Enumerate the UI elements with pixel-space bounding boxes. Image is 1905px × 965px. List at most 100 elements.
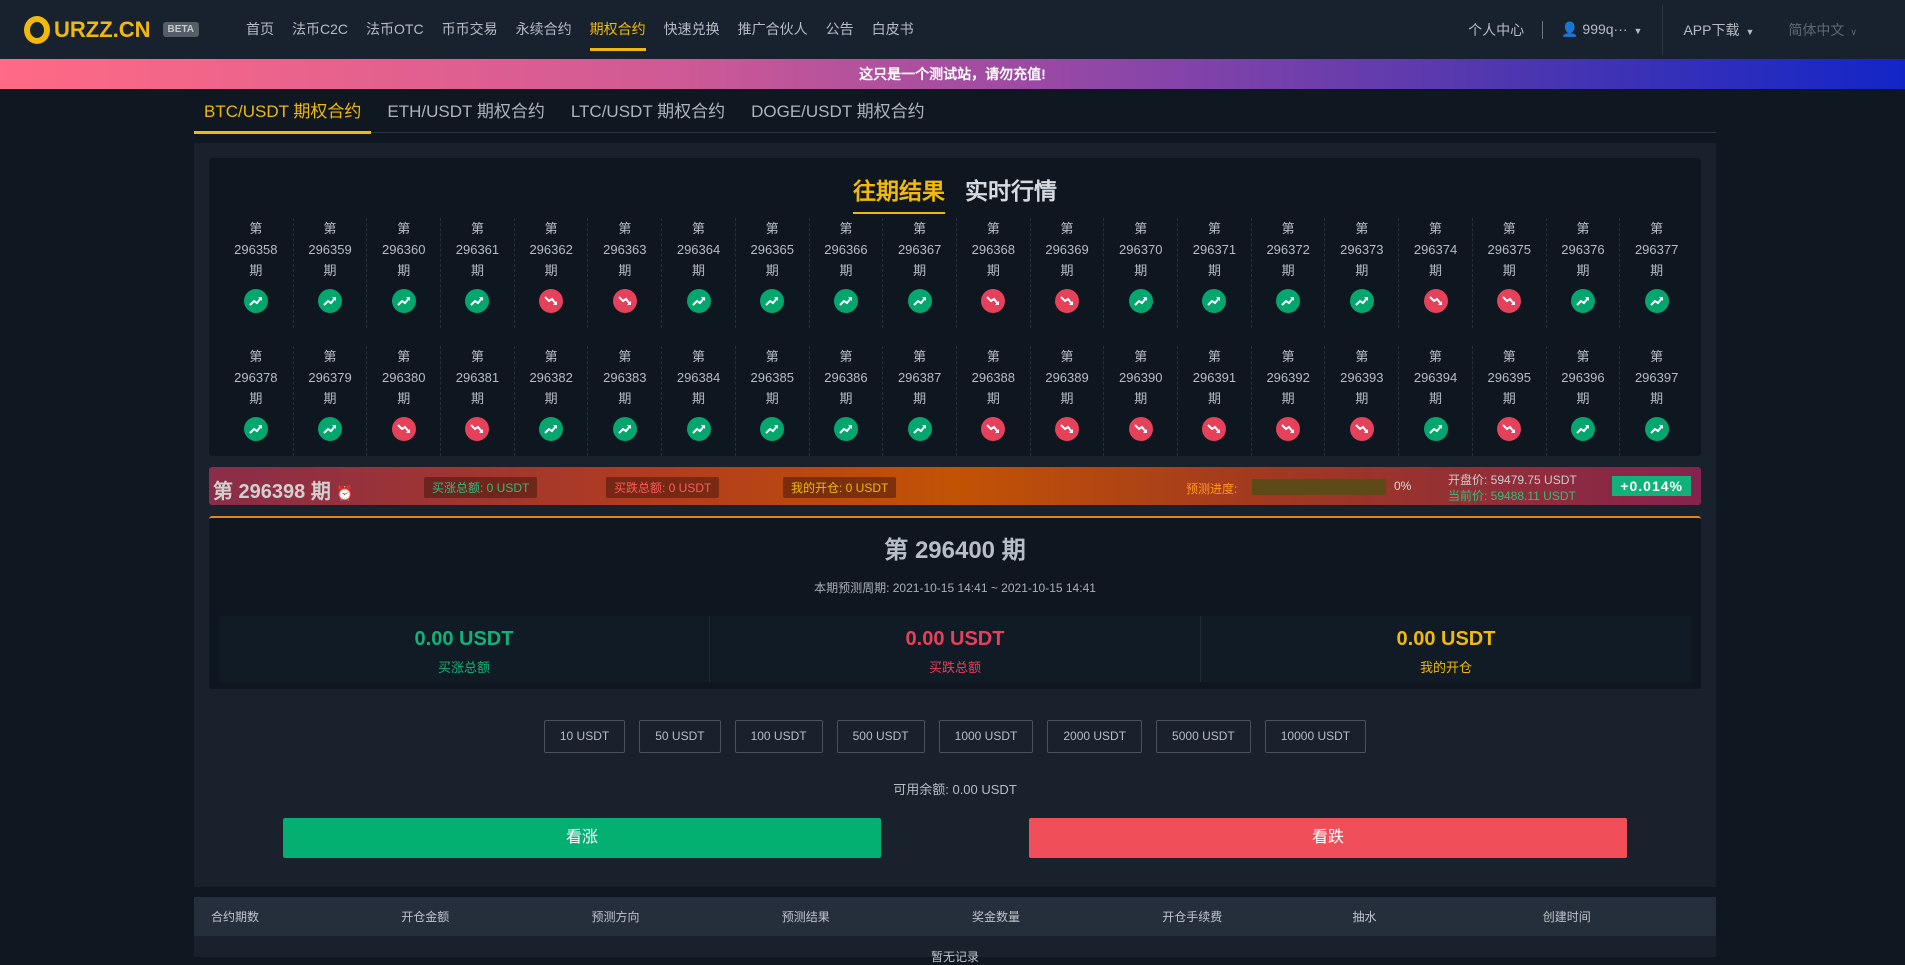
personal-center-link[interactable]: 个人中心 <box>1468 20 1524 40</box>
pair-tab[interactable]: LTC/USDT 期权合约 <box>561 95 735 132</box>
period-prefix: 第 <box>1355 221 1369 236</box>
period-cell: 第 296358 期 <box>219 218 293 328</box>
current-price: 当前价: 59488.11 USDT <box>1448 489 1576 503</box>
buy-up-total: 买涨总额: 0 USDT <box>424 477 538 498</box>
period-suffix: 期 <box>1429 263 1443 278</box>
period-prefix: 第 <box>839 349 853 364</box>
stat-value: 0.00 USDT <box>414 628 514 650</box>
amount-button[interactable]: 1000 USDT <box>938 720 1034 753</box>
period-suffix: 期 <box>544 263 558 278</box>
progress-label: 预测进度: <box>1186 482 1238 496</box>
period-suffix: 期 <box>544 391 558 406</box>
nav-item[interactable]: 首页 <box>237 0 283 59</box>
pair-tab[interactable]: BTC/USDT 期权合约 <box>194 95 372 134</box>
nav-item[interactable]: 法币OTC <box>357 0 433 59</box>
period-number: 296361 <box>455 242 500 257</box>
period-cell: 第 296386 期 <box>808 346 883 456</box>
nav-item[interactable]: 快速兑换 <box>655 0 729 59</box>
chevron-down-icon: ∨ <box>1850 26 1857 37</box>
nav-item[interactable]: 永续合约 <box>507 0 581 59</box>
period-suffix: 期 <box>1576 263 1590 278</box>
period-number: 296381 <box>455 370 500 385</box>
nav-item[interactable]: 公告 <box>817 0 863 59</box>
amount-button[interactable]: 10000 USDT <box>1264 720 1367 753</box>
period-suffix: 期 <box>839 263 853 278</box>
table-header: 合约期数 开仓金额 预测方向 预测结果 奖金数量 开仓手续费 抽水 创建时间 <box>194 897 1716 936</box>
period-number: 296368 <box>971 242 1016 257</box>
user-menu[interactable]: 👤 999q··· ▼ <box>1561 21 1642 38</box>
trend-down-icon <box>981 289 1006 313</box>
available-balance: 可用余额: 0.00 USDT <box>893 782 1017 797</box>
period-suffix: 期 <box>839 391 853 406</box>
tab-past-results[interactable]: 往期结果 <box>853 172 945 214</box>
trend-down-icon <box>539 289 564 313</box>
stat-label: 我的开仓 <box>1419 660 1472 675</box>
period-suffix: 期 <box>765 263 779 278</box>
period-cell: 第 296375 期 <box>1471 218 1546 328</box>
period-number: 296373 <box>1340 242 1384 257</box>
period-prefix: 第 <box>249 349 263 364</box>
period-cell: 第 296378 期 <box>219 346 293 456</box>
period-prefix: 第 <box>323 221 337 236</box>
trend-up-icon <box>1202 289 1227 313</box>
logo[interactable]: URZZ.CN BETA <box>24 15 200 44</box>
period-prefix: 第 <box>1502 221 1516 236</box>
period-suffix: 期 <box>470 263 484 278</box>
period-number: 296371 <box>1192 242 1237 257</box>
trend-up-icon <box>907 289 932 313</box>
nav-item[interactable]: 法币C2C <box>283 0 357 59</box>
buy-down-button[interactable]: 看跌 <box>1029 818 1627 858</box>
trend-up-icon <box>1644 289 1669 313</box>
nav-item[interactable]: 期权合约 <box>581 0 655 59</box>
period-cell: 第 296377 期 <box>1619 218 1693 328</box>
period-number: 296386 <box>824 370 868 385</box>
app-download-menu[interactable]: APP下载 ▼ <box>1683 20 1754 40</box>
tab-live-market[interactable]: 实时行情 <box>965 172 1057 214</box>
amount-button[interactable]: 2000 USDT <box>1047 720 1143 753</box>
trend-down-icon <box>1202 417 1227 441</box>
nav-item[interactable]: 币币交易 <box>433 0 507 59</box>
period-prefix: 第 <box>1355 349 1369 364</box>
period-suffix: 期 <box>765 391 779 406</box>
period-cell: 第 296363 期 <box>587 218 661 328</box>
period-prefix: 第 <box>913 349 927 364</box>
period-prefix: 第 <box>1134 349 1148 364</box>
stat-item: 0.00 USDT 我的开仓 <box>1200 616 1691 682</box>
period-cell: 第 296368 期 <box>955 218 1030 328</box>
period-number: 296358 <box>234 242 278 257</box>
pair-tab[interactable]: DOGE/USDT 期权合约 <box>741 95 934 132</box>
trend-down-icon <box>612 289 637 313</box>
period-number: 296382 <box>529 370 573 385</box>
period-cell: 第 296360 期 <box>366 218 440 328</box>
period-suffix: 期 <box>1355 391 1369 406</box>
trend-up-icon <box>1644 417 1669 441</box>
buy-up-button[interactable]: 看涨 <box>283 818 881 858</box>
trend-up-icon <box>1349 289 1374 313</box>
trend-up-icon <box>1276 289 1301 313</box>
pair-tab[interactable]: ETH/USDT 期权合约 <box>377 95 554 132</box>
nav-item[interactable]: 白皮书 <box>863 0 923 59</box>
period-prefix: 第 <box>618 221 632 236</box>
amount-options: 10 USDT 50 USDT 100 USDT 500 USDT 1000 USDT 2… <box>194 720 1716 753</box>
amount-button[interactable]: 100 USDT <box>734 720 823 753</box>
period-prefix: 第 <box>397 221 411 236</box>
language-select[interactable]: 简体中文 ∨ <box>1788 20 1857 40</box>
trend-up-icon <box>465 289 490 313</box>
period-number: 296396 <box>1561 370 1605 385</box>
period-prefix: 第 <box>1576 221 1590 236</box>
period-prefix: 第 <box>1429 221 1443 236</box>
period-cell: 第 296361 期 <box>440 218 514 328</box>
trend-down-icon <box>981 417 1006 441</box>
trend-up-icon <box>612 417 637 441</box>
results-row: 第 296378 期 第 296379 期 第 296380 期 第 296381 期 第 296382 期… <box>219 346 1693 456</box>
trend-up-icon <box>760 417 785 441</box>
amount-button[interactable]: 5000 USDT <box>1156 720 1251 753</box>
period-suffix: 期 <box>618 391 632 406</box>
nav-item[interactable]: 推广合伙人 <box>729 0 817 59</box>
amount-button[interactable]: 10 USDT <box>543 720 626 753</box>
amount-button[interactable]: 500 USDT <box>836 720 925 753</box>
trend-up-icon <box>1128 289 1153 313</box>
period-cell: 第 296389 期 <box>1029 346 1104 456</box>
amount-button[interactable]: 50 USDT <box>639 720 721 753</box>
stat-label: 买跌总额 <box>928 660 981 675</box>
